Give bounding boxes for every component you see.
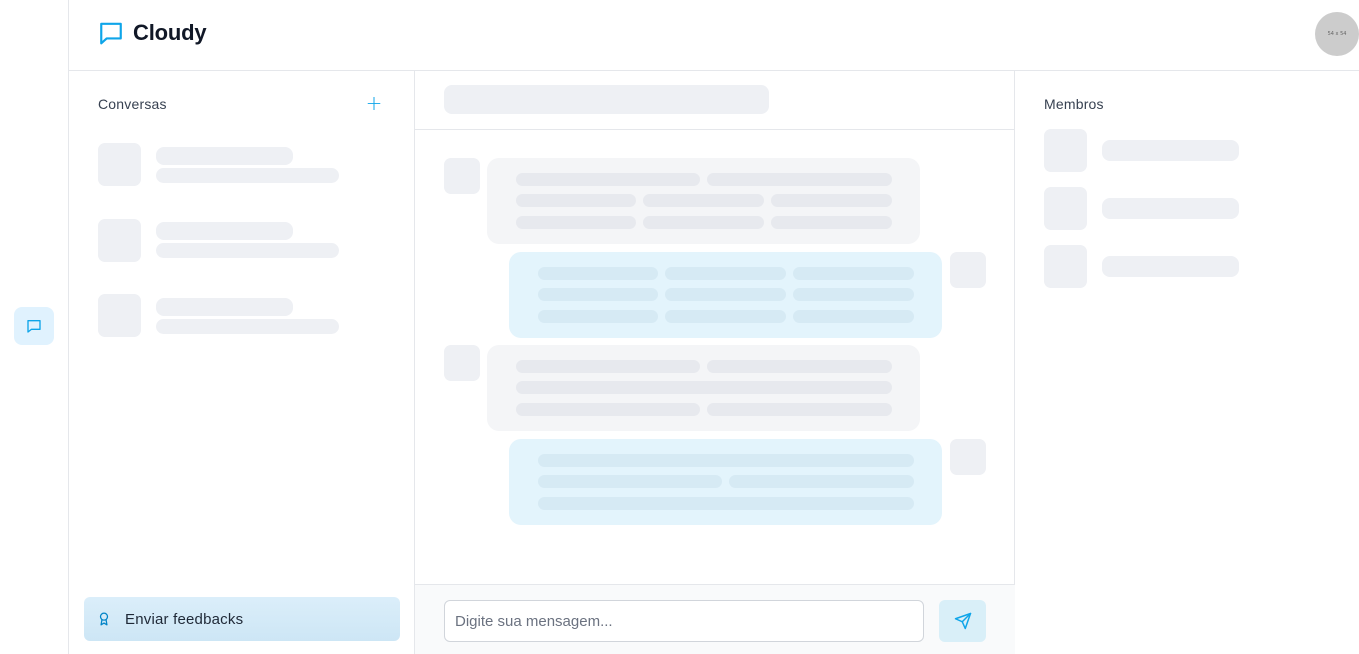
conversation-avatar-skeleton — [98, 294, 141, 337]
brand[interactable]: Cloudy — [98, 20, 207, 46]
send-feedback-button[interactable]: Enviar feedbacks — [84, 597, 400, 641]
text-line-skeleton — [516, 194, 636, 207]
message-avatar-skeleton — [950, 439, 986, 475]
chat-title-skeleton — [444, 85, 769, 114]
text-line-skeleton — [516, 216, 636, 229]
conversation-avatar-skeleton — [98, 219, 141, 262]
message-avatar-skeleton — [444, 158, 480, 194]
text-line-skeleton — [707, 173, 892, 186]
members-title: Membros — [1044, 96, 1104, 112]
plus-icon: + — [365, 91, 383, 115]
chat-panel — [415, 71, 1015, 654]
message-composer — [415, 584, 1015, 654]
chat-header — [415, 71, 1015, 130]
text-line-skeleton — [729, 475, 914, 488]
conversations-panel: Conversas + Enviar feedbacks — [69, 71, 415, 654]
conversation-title-skeleton — [156, 298, 293, 316]
message-avatar-skeleton — [950, 252, 986, 288]
user-avatar[interactable]: 54 x 54 — [1315, 12, 1359, 56]
member-avatar-skeleton — [1044, 187, 1087, 230]
app-name: Cloudy — [133, 20, 207, 45]
chat-icon — [27, 320, 41, 333]
award-icon — [99, 612, 109, 626]
text-line-skeleton — [707, 360, 892, 373]
text-line-skeleton — [516, 403, 700, 416]
incoming-message-skeleton — [487, 158, 920, 244]
member-name-skeleton — [1102, 198, 1239, 219]
conversation-title-skeleton — [156, 147, 293, 165]
text-line-skeleton — [643, 216, 764, 229]
text-line-skeleton — [538, 310, 658, 323]
outgoing-message-skeleton — [509, 252, 942, 338]
avatar-placeholder-text: 54 x 54 — [1327, 31, 1347, 37]
member-name-skeleton — [1102, 256, 1239, 277]
text-line-skeleton — [538, 497, 914, 510]
members-panel: Membros — [1015, 71, 1359, 654]
text-line-skeleton — [665, 267, 786, 280]
text-line-skeleton — [707, 403, 892, 416]
conversation-avatar-skeleton — [98, 143, 141, 186]
conversation-preview-skeleton — [156, 319, 339, 334]
add-conversation-button[interactable]: + — [365, 93, 383, 113]
text-line-skeleton — [538, 288, 658, 301]
text-line-skeleton — [538, 475, 722, 488]
incoming-message-skeleton — [487, 345, 920, 431]
text-line-skeleton — [516, 173, 700, 186]
text-line-skeleton — [793, 267, 914, 280]
text-line-skeleton — [643, 194, 764, 207]
chat-logo-icon — [100, 22, 122, 45]
member-name-skeleton — [1102, 140, 1239, 161]
text-line-skeleton — [516, 381, 892, 394]
text-line-skeleton — [793, 310, 914, 323]
send-icon — [954, 612, 971, 630]
text-line-skeleton — [665, 310, 786, 323]
send-button[interactable] — [939, 600, 986, 642]
message-input[interactable] — [444, 600, 924, 642]
text-line-skeleton — [771, 194, 892, 207]
text-line-skeleton — [793, 288, 914, 301]
chat-nav-button[interactable] — [14, 307, 54, 345]
member-avatar-skeleton — [1044, 245, 1087, 288]
text-line-skeleton — [538, 267, 658, 280]
conversation-title-skeleton — [156, 222, 293, 240]
text-line-skeleton — [771, 216, 892, 229]
text-line-skeleton — [538, 454, 914, 467]
messages-area — [415, 130, 1015, 584]
feedback-label: Enviar feedbacks — [125, 610, 244, 628]
conversation-preview-skeleton — [156, 168, 339, 183]
text-line-skeleton — [665, 288, 786, 301]
conversation-preview-skeleton — [156, 243, 339, 258]
message-avatar-skeleton — [444, 345, 480, 381]
member-avatar-skeleton — [1044, 129, 1087, 172]
text-line-skeleton — [516, 360, 700, 373]
nav-rail — [0, 0, 69, 654]
top-header: Cloudy 54 x 54 — [69, 0, 1359, 71]
outgoing-message-skeleton — [509, 439, 942, 525]
conversations-title: Conversas — [98, 96, 167, 112]
